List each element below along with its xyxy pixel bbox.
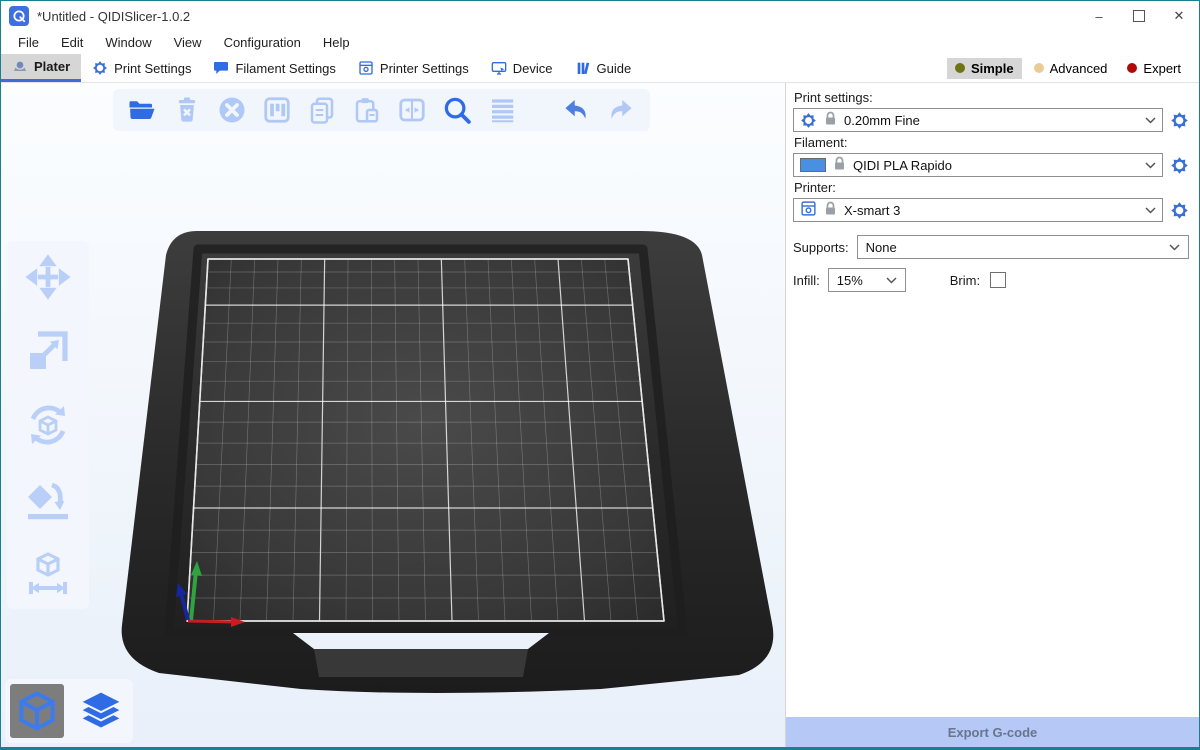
lock-icon [824, 201, 837, 219]
menu-bar: File Edit Window View Configuration Help [1, 31, 1199, 54]
filament-icon [213, 60, 229, 76]
open-folder-icon[interactable] [127, 95, 157, 125]
printer-combo[interactable]: X-smart 3 [793, 198, 1163, 222]
infill-combo[interactable]: 15% [828, 268, 906, 292]
print-settings-label: Print settings: [794, 90, 1189, 105]
printer-icon [800, 200, 817, 220]
menu-help[interactable]: Help [312, 35, 361, 50]
app-window: *Untitled - QIDISlicer-1.0.2 – ✕ File Ed… [0, 0, 1200, 750]
minimize-button[interactable]: – [1079, 1, 1119, 31]
search-icon[interactable] [442, 95, 472, 125]
mode-switcher: Simple Advanced Expert [947, 54, 1199, 82]
layers-icon [79, 689, 123, 733]
brim-label: Brim: [950, 273, 980, 288]
gear-icon [800, 112, 817, 129]
title-bar: *Untitled - QIDISlicer-1.0.2 – ✕ [1, 1, 1199, 31]
measure-tool-icon[interactable] [24, 549, 72, 597]
export-gcode-button[interactable]: Export G-code [786, 717, 1199, 747]
window-title: *Untitled - QIDISlicer-1.0.2 [37, 9, 190, 24]
gizmo-toolbar [7, 241, 89, 609]
maximize-icon [1133, 10, 1145, 22]
supports-label: Supports: [793, 240, 849, 255]
cube-icon [15, 689, 59, 733]
undo-icon[interactable] [561, 95, 591, 125]
print-settings-combo[interactable]: 0.20mm Fine [793, 108, 1163, 132]
print-settings-gear-button[interactable] [1170, 111, 1189, 130]
handle-cutout [293, 633, 549, 649]
printer-icon [358, 60, 374, 76]
chevron-down-icon [1169, 244, 1180, 251]
tab-guide[interactable]: Guide [564, 54, 643, 82]
brim-checkbox[interactable] [990, 272, 1006, 288]
view-switch [5, 679, 133, 743]
3d-viewport[interactable] [1, 83, 785, 747]
chevron-down-icon [886, 277, 897, 284]
3d-editor-view-button[interactable] [10, 684, 64, 738]
filament-label: Filament: [794, 135, 1189, 150]
advanced-dot-icon [1034, 63, 1044, 73]
filament-gear-button[interactable] [1170, 156, 1189, 175]
layers-list-icon[interactable] [487, 95, 517, 125]
tab-printer-settings[interactable]: Printer Settings [347, 54, 480, 82]
maximize-button[interactable] [1119, 1, 1159, 31]
lock-icon [824, 111, 837, 129]
infill-label: Infill: [793, 273, 820, 288]
expert-dot-icon [1127, 63, 1137, 73]
app-logo-icon [9, 6, 29, 26]
menu-configuration[interactable]: Configuration [213, 35, 312, 50]
build-plate [187, 259, 664, 621]
settings-panel: Print settings: 0.20mm Fine Filament: [785, 83, 1199, 747]
chevron-down-icon [1145, 162, 1156, 169]
guide-icon [575, 60, 591, 76]
tab-bar: Plater Print Settings Filament Settings … [1, 54, 1199, 83]
rotate-tool-icon[interactable] [24, 401, 72, 449]
move-tool-icon[interactable] [24, 253, 72, 301]
menu-file[interactable]: File [7, 35, 50, 50]
chevron-down-icon [1145, 207, 1156, 214]
delete-all-icon[interactable] [217, 95, 247, 125]
simple-dot-icon [955, 63, 965, 73]
filament-color-swatch [800, 158, 826, 172]
arrange-icon[interactable] [262, 95, 292, 125]
delete-icon[interactable] [172, 95, 202, 125]
supports-combo[interactable]: None [857, 235, 1189, 259]
mode-advanced[interactable]: Advanced [1026, 58, 1116, 79]
handle-grip [314, 649, 528, 677]
menu-window[interactable]: Window [94, 35, 162, 50]
gear-icon [92, 60, 108, 76]
mode-simple[interactable]: Simple [947, 58, 1022, 79]
split-objects-icon[interactable] [397, 95, 427, 125]
redo-icon[interactable] [606, 95, 636, 125]
device-icon [491, 60, 507, 76]
copy-icon[interactable] [307, 95, 337, 125]
printer-gear-button[interactable] [1170, 201, 1189, 220]
lock-icon [833, 156, 846, 174]
menu-view[interactable]: View [163, 35, 213, 50]
close-button[interactable]: ✕ [1159, 1, 1199, 31]
main-toolbar [113, 89, 650, 131]
mode-expert[interactable]: Expert [1119, 58, 1189, 79]
preview-layers-view-button[interactable] [74, 684, 128, 738]
scale-tool-icon[interactable] [24, 327, 72, 375]
filament-combo[interactable]: QIDI PLA Rapido [793, 153, 1163, 177]
tab-plater[interactable]: Plater [1, 54, 81, 82]
print-bed-scene[interactable] [1, 83, 785, 747]
chevron-down-icon [1145, 117, 1156, 124]
plater-icon [12, 59, 28, 75]
tab-filament-settings[interactable]: Filament Settings [202, 54, 346, 82]
tab-device[interactable]: Device [480, 54, 564, 82]
paste-icon[interactable] [352, 95, 382, 125]
place-on-face-tool-icon[interactable] [24, 475, 72, 523]
printer-label: Printer: [794, 180, 1189, 195]
tab-print-settings[interactable]: Print Settings [81, 54, 202, 82]
menu-edit[interactable]: Edit [50, 35, 94, 50]
